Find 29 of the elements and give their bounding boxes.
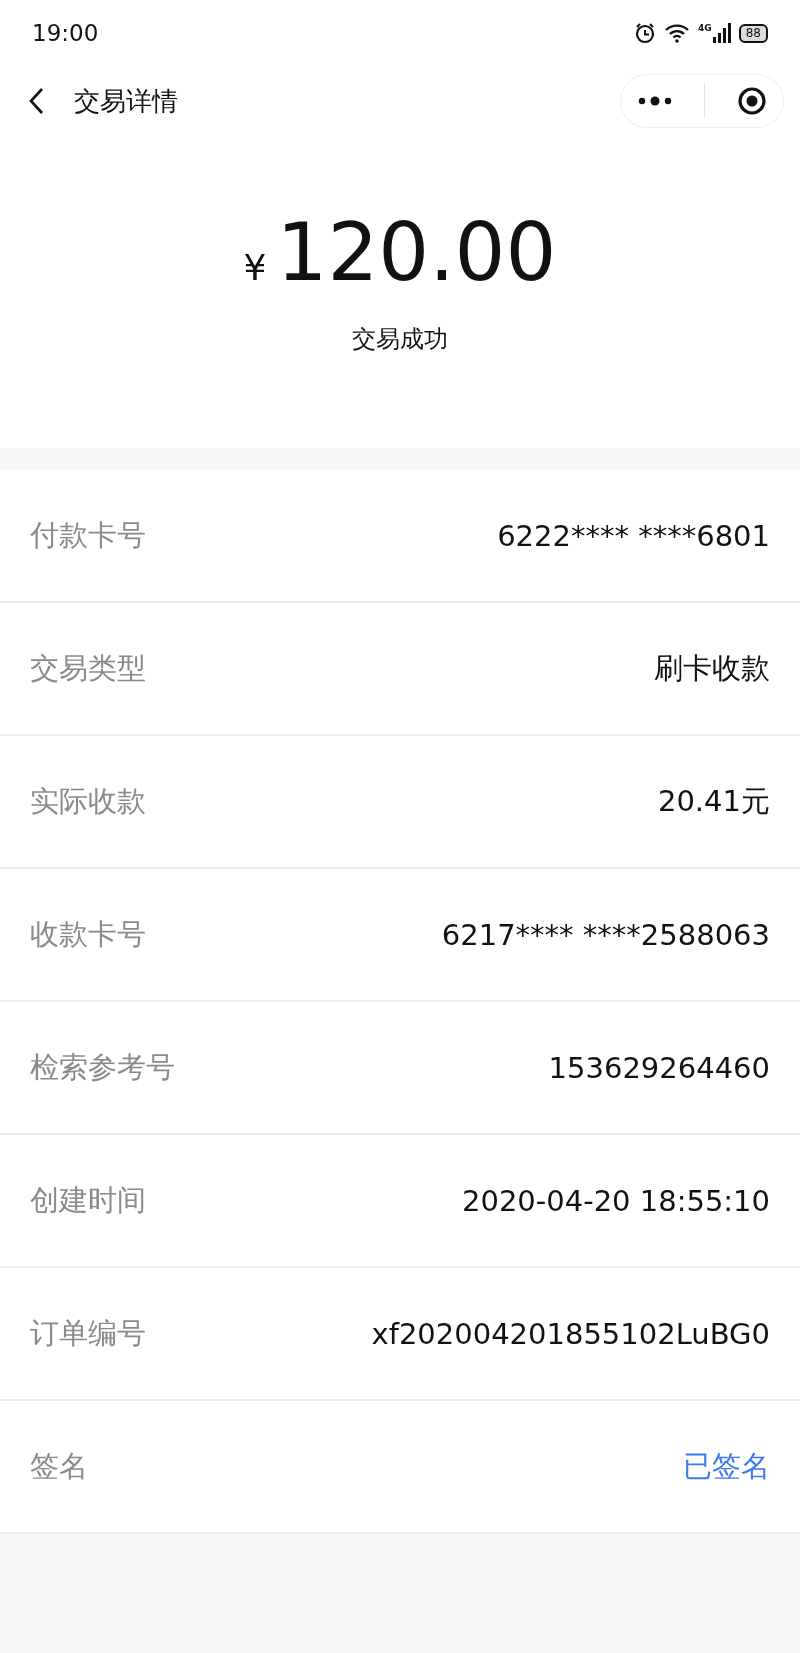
amount-value: 120.00 xyxy=(276,206,557,299)
detail-label: 检索参考号 xyxy=(30,1048,175,1086)
detail-value: 6222**** ****6801 xyxy=(497,518,770,553)
close-icon[interactable] xyxy=(737,86,768,116)
battery-indicator: 88 xyxy=(738,23,768,43)
detail-label: 订单编号 xyxy=(30,1314,146,1352)
network-type: 4G xyxy=(698,23,712,33)
currency-symbol: ¥ xyxy=(243,247,267,288)
detail-label: 签名 xyxy=(30,1447,88,1485)
detail-value: 20.41元 xyxy=(657,782,770,820)
page-title: 交易详情 xyxy=(74,84,179,118)
detail-label: 交易类型 xyxy=(30,649,146,687)
alarm-clock-icon xyxy=(634,22,657,44)
transaction-status: 交易成功 xyxy=(352,324,448,355)
detail-link[interactable]: 已签名 xyxy=(683,1446,770,1487)
detail-value: 153629264460 xyxy=(548,1050,770,1085)
status-time: 19:00 xyxy=(32,20,99,46)
detail-label: 收款卡号 xyxy=(30,915,146,953)
more-icon[interactable] xyxy=(636,95,673,107)
signal-icon xyxy=(712,23,731,43)
detail-label: 付款卡号 xyxy=(30,516,146,554)
wifi-icon xyxy=(664,23,691,43)
detail-value: 6217**** ****2588063 xyxy=(441,917,770,952)
back-icon[interactable] xyxy=(28,87,44,115)
detail-value: 2020-04-20 18:55:10 xyxy=(462,1183,770,1218)
detail-value: xf202004201855102LuBG0 xyxy=(371,1316,770,1351)
detail-label: 实际收款 xyxy=(30,782,146,820)
detail-label: 创建时间 xyxy=(30,1181,146,1219)
detail-value: 刷卡收款 xyxy=(654,649,770,687)
